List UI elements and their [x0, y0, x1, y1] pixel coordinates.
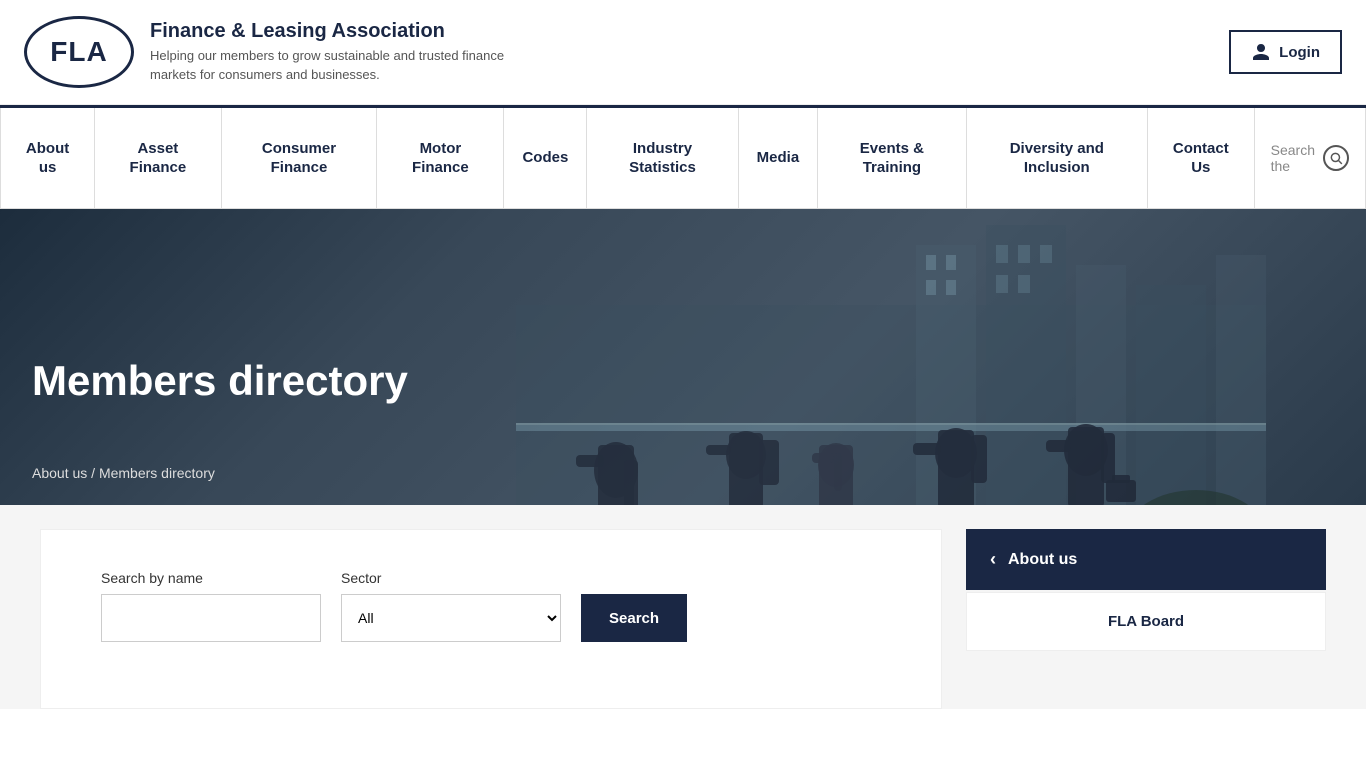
- sector-form-group: Sector AllAsset FinanceConsumer FinanceM…: [341, 570, 561, 642]
- search-panel: Search by name Sector AllAsset FinanceCo…: [40, 529, 942, 709]
- sidebar-item-fla-board[interactable]: FLA Board: [966, 592, 1326, 651]
- org-info: Finance & Leasing Association Helping ou…: [150, 20, 530, 83]
- person-icon: [1251, 42, 1271, 62]
- name-input[interactable]: [101, 594, 321, 642]
- header-left: FLA Finance & Leasing Association Helpin…: [24, 16, 530, 88]
- nav-item-motor-finance[interactable]: Motor Finance: [377, 108, 504, 208]
- org-tagline: Helping our members to grow sustainable …: [150, 47, 530, 83]
- breadcrumb: About us / Members directory: [32, 465, 1334, 481]
- login-label: Login: [1279, 44, 1320, 61]
- page-title: Members directory: [32, 357, 1334, 405]
- main-nav: About us Asset Finance Consumer Finance …: [0, 105, 1366, 209]
- nav-item-media[interactable]: Media: [739, 108, 819, 208]
- sidebar-main-label: About us: [1008, 551, 1077, 569]
- breadcrumb-separator: /: [87, 465, 99, 481]
- sidebar-item-about-us[interactable]: ‹ About us: [966, 529, 1326, 590]
- fla-board-label: FLA Board: [1108, 613, 1184, 630]
- nav-item-asset-finance[interactable]: Asset Finance: [95, 108, 221, 208]
- org-name: Finance & Leasing Association: [150, 20, 530, 43]
- nav-item-industry-statistics[interactable]: Industry Statistics: [587, 108, 738, 208]
- hero-banner: Members directory About us / Members dir…: [0, 209, 1366, 505]
- main-content: Search by name Sector AllAsset FinanceCo…: [0, 505, 1366, 709]
- login-button[interactable]: Login: [1229, 30, 1342, 74]
- sector-label: Sector: [341, 570, 561, 586]
- nav-search[interactable]: Search the: [1255, 108, 1366, 208]
- name-form-group: Search by name: [101, 570, 321, 642]
- hero-content: Members directory About us / Members dir…: [0, 357, 1366, 505]
- search-form: Search by name Sector AllAsset FinanceCo…: [101, 570, 901, 642]
- name-label: Search by name: [101, 570, 321, 586]
- nav-item-consumer-finance[interactable]: Consumer Finance: [222, 108, 378, 208]
- nav-item-events-training[interactable]: Events & Training: [818, 108, 966, 208]
- chevron-left-icon: ‹: [990, 549, 996, 570]
- search-button[interactable]: Search: [581, 594, 687, 642]
- nav-item-diversity-inclusion[interactable]: Diversity and Inclusion: [967, 108, 1148, 208]
- logo-text: FLA: [50, 36, 107, 68]
- nav-item-codes[interactable]: Codes: [504, 108, 587, 208]
- sector-select[interactable]: AllAsset FinanceConsumer FinanceMotor Fi…: [341, 594, 561, 642]
- nav-item-contact-us[interactable]: Contact Us: [1148, 108, 1255, 208]
- nav-item-about-us[interactable]: About us: [0, 108, 95, 208]
- logo[interactable]: FLA: [24, 16, 134, 88]
- search-icon[interactable]: [1323, 145, 1349, 171]
- site-header: FLA Finance & Leasing Association Helpin…: [0, 0, 1366, 105]
- sidebar: ‹ About us FLA Board: [966, 529, 1326, 709]
- search-text: Search the: [1271, 142, 1315, 174]
- breadcrumb-current: Members directory: [99, 465, 215, 481]
- breadcrumb-home[interactable]: About us: [32, 465, 87, 481]
